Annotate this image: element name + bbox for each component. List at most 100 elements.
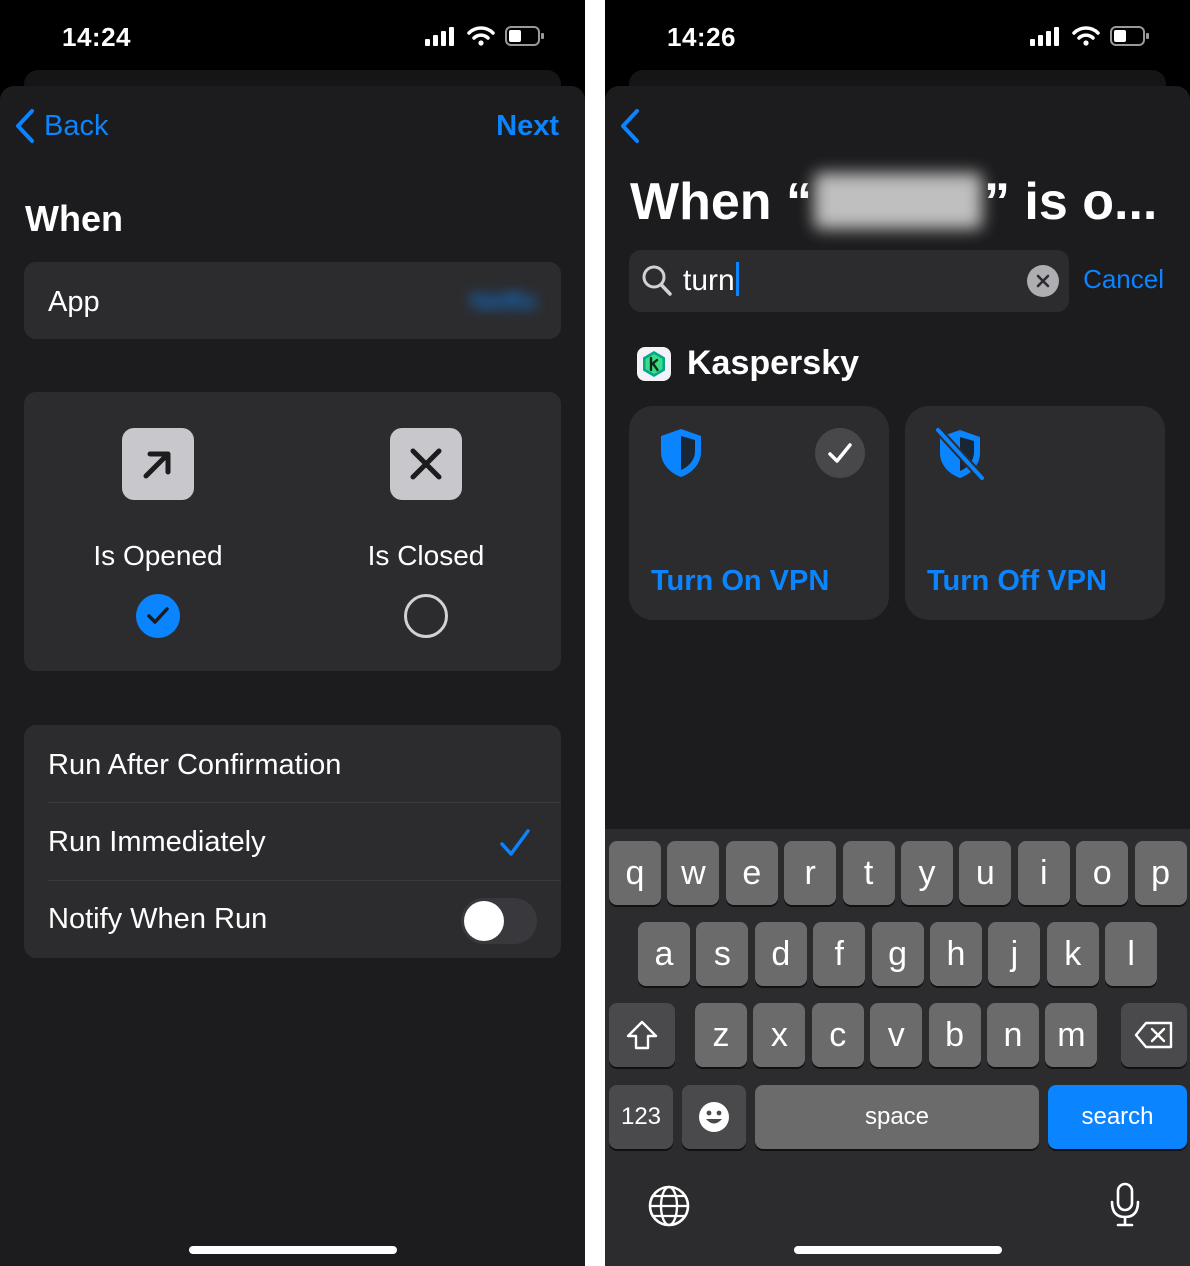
arrow-up-right-icon [122, 428, 194, 500]
key-f[interactable]: f [813, 922, 866, 986]
key-y[interactable]: y [901, 841, 953, 905]
right-screen: 14:26 When “” is o... turn Cancel Kasper… [605, 0, 1190, 1266]
status-bar: 14:26 [605, 0, 1190, 72]
key-c[interactable]: c [811, 1003, 864, 1067]
key-z[interactable]: z [695, 1003, 747, 1067]
checkmark-icon [500, 829, 530, 856]
key-w[interactable]: w [667, 841, 720, 905]
blurred-app-name [813, 173, 982, 229]
back-label: Back [44, 109, 109, 142]
key-p[interactable]: p [1134, 841, 1187, 905]
checkmark-icon [828, 443, 852, 463]
status-icons [425, 26, 545, 46]
is-opened-option[interactable]: Is Opened [58, 428, 258, 638]
kaspersky-logo-icon [637, 346, 671, 381]
key-l[interactable]: l [1105, 922, 1158, 986]
search-icon [642, 265, 672, 296]
space-key[interactable]: space [755, 1085, 1039, 1149]
key-n[interactable]: n [987, 1003, 1039, 1067]
keyboard: qwertyuiop asdfghjkl zxcvbnm 123 space s… [605, 829, 1190, 1266]
key-x[interactable]: x [753, 1003, 806, 1067]
run-immediately-option[interactable]: Run Immediately [48, 804, 537, 881]
left-screen: 14:24 Back Next When App Netflix Is Open… [0, 0, 585, 1266]
key-m[interactable]: m [1045, 1003, 1098, 1067]
option-label: Run After Confirmation [48, 749, 342, 781]
app-row[interactable]: App Netflix [24, 262, 561, 339]
run-options-card: Run After Confirmation Run Immediately N… [24, 725, 561, 958]
notify-toggle[interactable] [461, 898, 537, 944]
page-title: When “ ” is o... [630, 172, 1157, 232]
key-i[interactable]: i [1017, 841, 1070, 905]
chevron-left-icon [16, 109, 34, 143]
key-j[interactable]: j [988, 922, 1041, 986]
clear-search-button[interactable] [1027, 265, 1059, 297]
key-t[interactable]: t [842, 841, 895, 905]
status-time: 14:24 [62, 22, 131, 52]
signal-icon [1030, 27, 1059, 46]
provider-header: Kaspersky [637, 344, 859, 383]
emoji-key[interactable] [682, 1085, 746, 1149]
key-k[interactable]: k [1046, 922, 1099, 986]
key-a[interactable]: a [638, 922, 690, 986]
chevron-left-icon [621, 109, 639, 143]
app-label: App [48, 286, 100, 318]
selected-radio[interactable] [136, 594, 180, 638]
is-closed-label: Is Closed [367, 540, 485, 571]
microphone-icon[interactable] [1108, 1182, 1142, 1233]
key-b[interactable]: b [928, 1003, 981, 1067]
cancel-button[interactable]: Cancel [1083, 264, 1164, 295]
key-e[interactable]: e [725, 841, 778, 905]
backspace-icon [1134, 1021, 1173, 1049]
key-h[interactable]: h [930, 922, 982, 986]
divider [48, 802, 561, 803]
toggle-knob [464, 901, 504, 941]
is-closed-option[interactable]: Is Closed [326, 428, 526, 638]
back-button[interactable] [619, 108, 641, 149]
action-label: Turn Off VPN [927, 565, 1107, 597]
unselected-radio[interactable] [404, 594, 448, 638]
wifi-icon [467, 26, 495, 46]
x-mark-icon [390, 428, 462, 500]
run-after-confirmation-option[interactable]: Run After Confirmation [48, 727, 537, 804]
home-indicator[interactable] [188, 1246, 397, 1254]
option-label: Run Immediately [48, 826, 266, 858]
turn-on-vpn-action[interactable]: Turn On VPN [629, 406, 889, 620]
delete-key[interactable] [1121, 1003, 1187, 1067]
search-field[interactable]: turn [629, 250, 1069, 312]
key-o[interactable]: o [1076, 841, 1129, 905]
search-key[interactable]: search [1048, 1085, 1187, 1149]
selected-badge [815, 428, 865, 478]
key-r[interactable]: r [784, 841, 837, 905]
back-button[interactable]: Back [14, 108, 108, 144]
title-suffix: ” is o... [983, 173, 1158, 231]
shift-key[interactable] [609, 1003, 675, 1067]
key-u[interactable]: u [959, 841, 1012, 905]
notify-when-run-row: Notify When Run [48, 881, 537, 958]
key-g[interactable]: g [871, 922, 924, 986]
key-s[interactable]: s [696, 922, 749, 986]
key-q[interactable]: q [609, 841, 661, 905]
home-indicator[interactable] [793, 1246, 1002, 1254]
text-caret [735, 262, 739, 296]
status-icons [1030, 26, 1150, 46]
battery-icon [1110, 26, 1149, 46]
trigger-state-card: Is Opened Is Closed [24, 392, 561, 671]
app-value-blurred: Netflix [470, 288, 537, 315]
numbers-key[interactable]: 123 [609, 1085, 673, 1149]
provider-name: Kaspersky [687, 344, 860, 382]
search-input[interactable]: turn [683, 262, 739, 298]
globe-icon[interactable] [647, 1184, 691, 1233]
battery-icon [505, 26, 544, 46]
emoji-icon [699, 1102, 729, 1132]
shield-slash-icon [934, 426, 986, 482]
wifi-icon [1072, 26, 1100, 46]
turn-off-vpn-action[interactable]: Turn Off VPN [905, 406, 1165, 620]
key-v[interactable]: v [870, 1003, 923, 1067]
action-label: Turn On VPN [651, 565, 830, 597]
next-button[interactable]: Next [496, 110, 559, 143]
key-d[interactable]: d [754, 922, 807, 986]
close-icon [1036, 274, 1050, 288]
is-opened-label: Is Opened [93, 540, 223, 571]
section-title: When [25, 198, 123, 239]
notify-label: Notify When Run [48, 903, 268, 935]
